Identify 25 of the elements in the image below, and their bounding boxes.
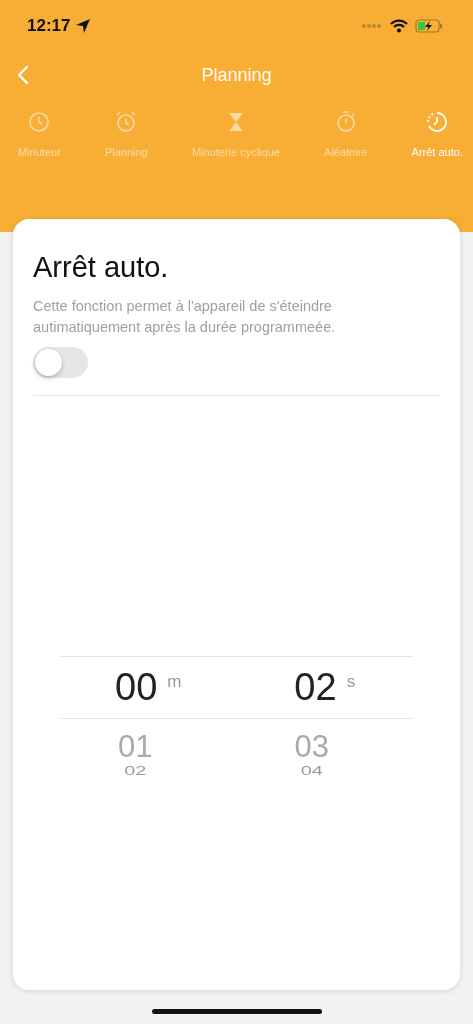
selected-value[interactable]: 00 <box>115 666 158 709</box>
battery-charging-icon <box>415 19 443 33</box>
mode-tab[interactable]: Arrêt auto. <box>411 110 463 158</box>
mode-tab[interactable]: Minuterie cyclique <box>191 110 280 158</box>
dashed-clock-icon <box>425 110 450 134</box>
unit-label: m <box>167 671 182 692</box>
unit-label: s <box>346 671 356 692</box>
description-text: Cette fonction permet à l'appareil de s'éteindre autimatiquement après la durée programmeée. <box>33 297 337 337</box>
picker-value[interactable]: 02 <box>124 765 147 774</box>
clock-icon <box>27 110 52 134</box>
selected-value[interactable]: 02 <box>294 666 337 709</box>
section-title: Arrêt auto. <box>33 251 170 284</box>
page-title: Planning <box>201 64 272 86</box>
mode-tab[interactable]: Minuteur <box>18 110 61 158</box>
picker-value[interactable]: 03 <box>294 729 329 765</box>
status-time: 12:17 <box>27 16 71 36</box>
location-icon <box>75 18 92 34</box>
picker-value[interactable]: 01 <box>118 729 153 765</box>
back-icon <box>17 65 29 85</box>
mode-tab[interactable]: Planning <box>104 110 148 158</box>
toggle-switch[interactable] <box>33 347 88 378</box>
mode-tab[interactable]: Aléatoire <box>324 110 368 158</box>
signal-icon <box>361 23 383 29</box>
picker-value[interactable]: 04 <box>300 765 323 774</box>
wifi-icon <box>390 19 408 33</box>
